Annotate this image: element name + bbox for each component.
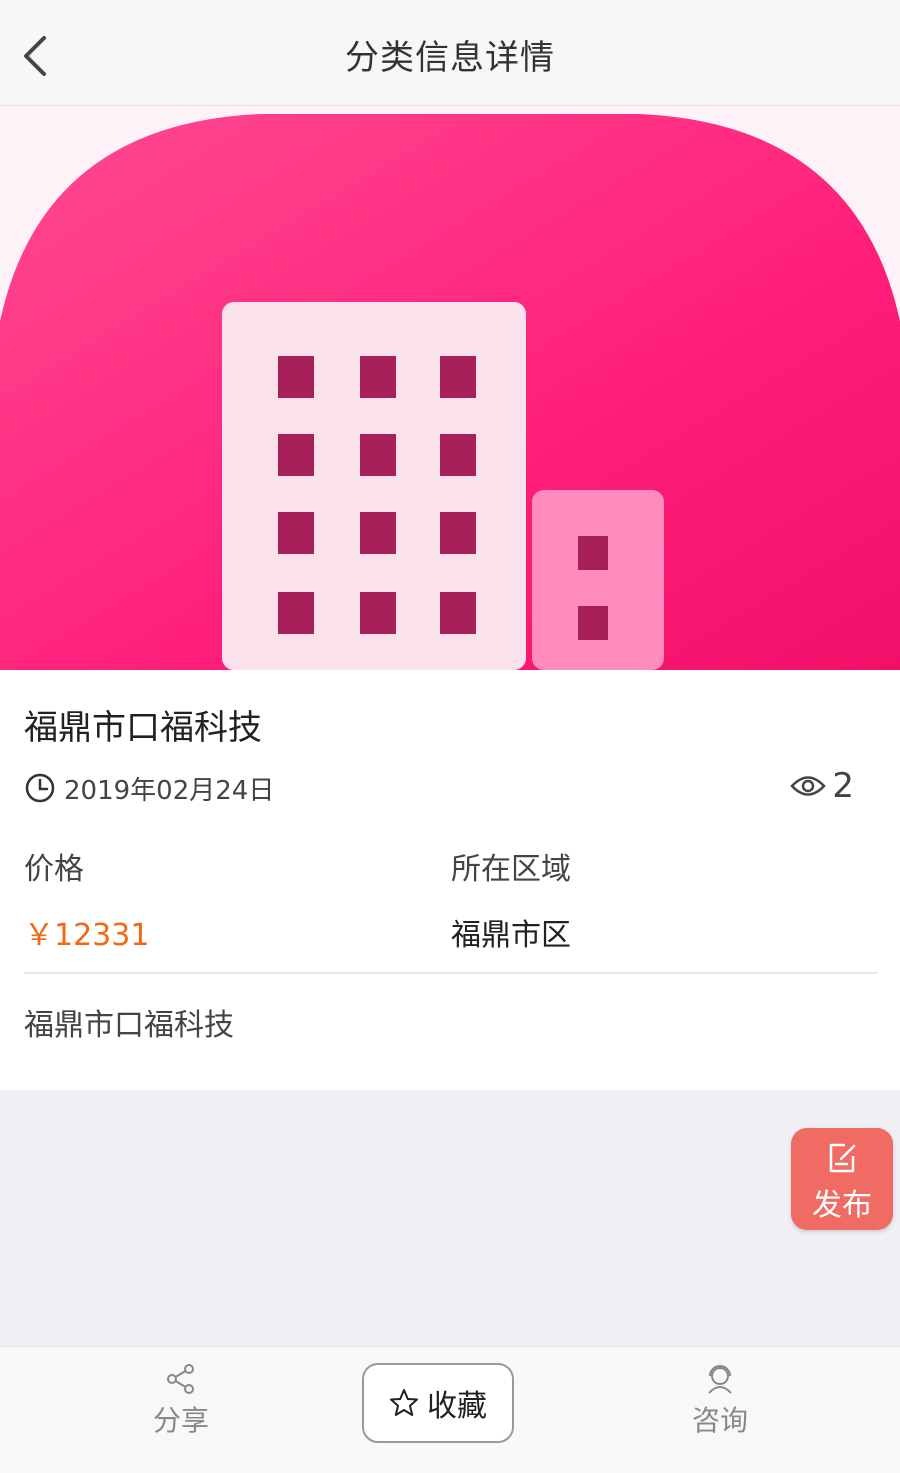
building-illustration: [0, 106, 900, 670]
headset-icon: [708, 1365, 732, 1394]
consult-label: 咨询: [691, 1404, 748, 1437]
publish-button[interactable]: 发布: [791, 1128, 893, 1230]
region-label: 所在区域: [451, 852, 571, 887]
publish-label: 发布: [812, 1188, 872, 1223]
view-count-value: 2: [832, 766, 854, 806]
share-button[interactable]: 分享: [121, 1363, 241, 1443]
post-description: 福鼎市口福科技: [24, 1008, 234, 1043]
consult-button[interactable]: 咨询: [660, 1363, 780, 1443]
price-value: ￥12331: [24, 918, 150, 953]
favorite-button[interactable]: 收藏: [362, 1363, 514, 1443]
star-icon: [390, 1389, 418, 1416]
post-title: 福鼎市口福科技: [24, 708, 262, 748]
edit-icon: [829, 1143, 856, 1173]
post-date: 2019年02月24日: [64, 775, 275, 806]
hero-image: [0, 106, 900, 670]
page-title: 分类信息详情: [345, 38, 555, 78]
post-date-row: 2019年02月24日: [24, 770, 274, 806]
divider: [24, 972, 878, 974]
top-nav-bar: 分类信息详情: [0, 0, 900, 106]
share-label: 分享: [152, 1404, 209, 1437]
region-value: 福鼎市区: [451, 918, 571, 953]
clock-icon: [25, 773, 55, 803]
favorite-label: 收藏: [427, 1389, 487, 1424]
bottom-action-bar: 分享 收藏 咨询: [0, 1346, 900, 1473]
info-card: 福鼎市口福科技 2019年02月24日 2 价格 ￥12331 所在区域 福鼎市…: [0, 670, 900, 1090]
view-count: 2: [790, 766, 854, 806]
share-icon: [167, 1364, 194, 1394]
price-label: 价格: [24, 852, 84, 887]
eye-icon: [790, 776, 827, 796]
